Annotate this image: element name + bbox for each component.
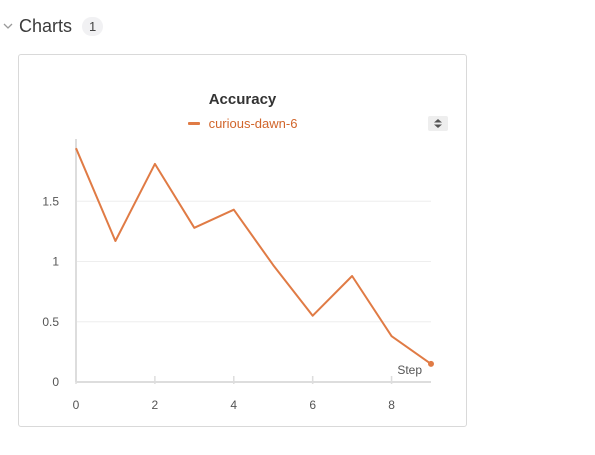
data-point	[428, 360, 434, 367]
line-chart: 0 0.5 1 1.5 0 2 4 6 8 Step	[42, 139, 434, 412]
y-tick-label: 0	[52, 375, 59, 389]
x-axis-title: Step	[397, 363, 422, 377]
x-tick-label: 8	[388, 398, 395, 412]
y-tick-label: 1	[52, 255, 59, 269]
chevron-down-icon[interactable]	[0, 18, 16, 34]
section-header[interactable]: Charts 1	[0, 12, 104, 40]
x-tick-label: 0	[73, 398, 80, 412]
x-tick-label: 6	[309, 398, 316, 412]
x-tick-label: 2	[152, 398, 159, 412]
x-tick-label: 4	[230, 398, 237, 412]
count-badge: 1	[82, 16, 104, 36]
y-tick-label: 0.5	[42, 315, 59, 329]
section-title: Charts	[19, 15, 73, 36]
series-line	[75, 147, 432, 365]
y-tick-label: 1.5	[42, 194, 59, 208]
chart-panel[interactable]: Accuracy curious-dawn-6 0 0.5 1 1.5 0 2 4 6 8 Ste…	[18, 54, 467, 427]
